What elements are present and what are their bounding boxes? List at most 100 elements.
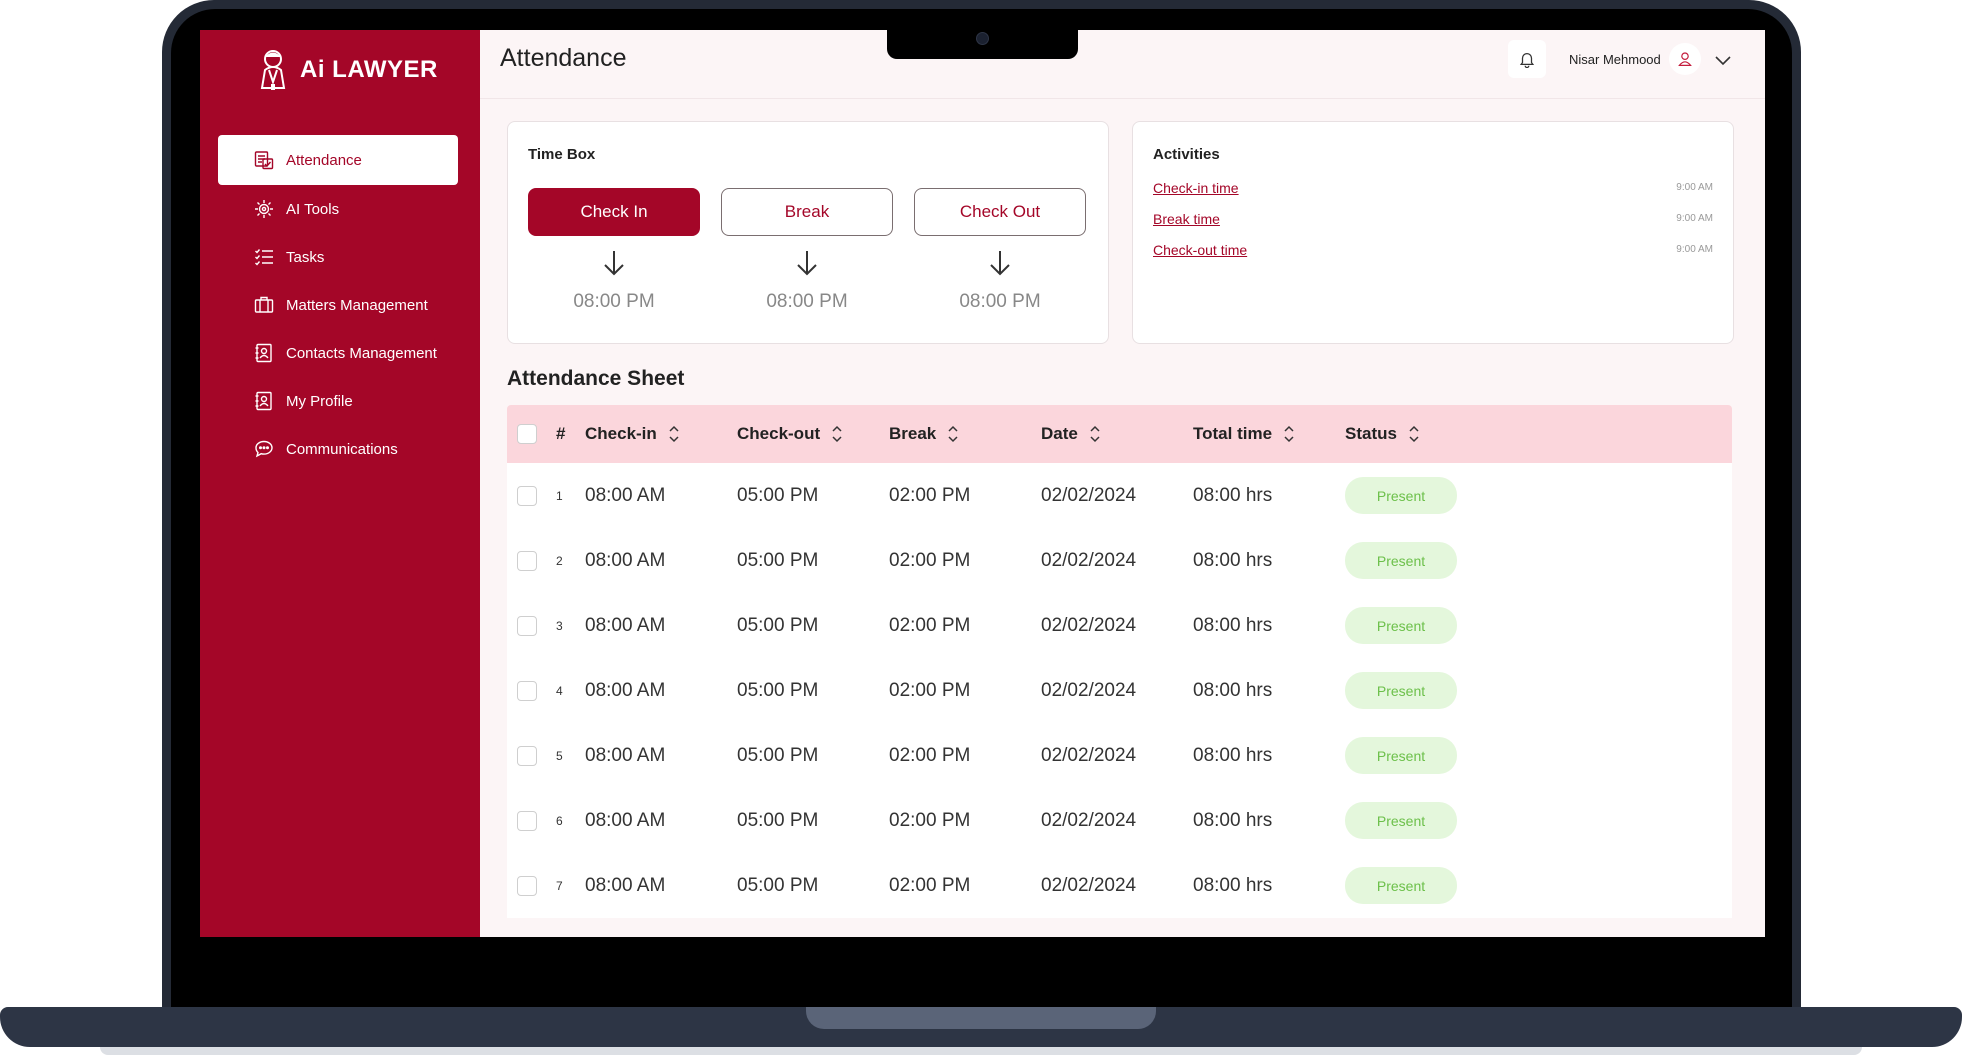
column-header-check-out[interactable]: Check-out bbox=[737, 405, 844, 463]
main-area: Attendance Nisar Mehmood Time Box Check … bbox=[480, 30, 1765, 937]
cell-date: 02/02/2024 bbox=[1041, 874, 1137, 896]
sort-icon[interactable] bbox=[1407, 424, 1421, 444]
table-row: 6 08:00 AM 05:00 PM 02:00 PM 02/02/2024 … bbox=[507, 788, 1732, 853]
top-bar: Attendance Nisar Mehmood bbox=[480, 30, 1765, 99]
table-row: 3 08:00 AM 05:00 PM 02:00 PM 02/02/2024 … bbox=[507, 593, 1732, 658]
row-number: 5 bbox=[556, 748, 563, 763]
cell-total-time: 08:00 hrs bbox=[1193, 549, 1273, 571]
activity-link[interactable]: Check-out time bbox=[1153, 242, 1247, 258]
table-row: 7 08:00 AM 05:00 PM 02:00 PM 02/02/2024 … bbox=[507, 853, 1732, 918]
activity-link[interactable]: Break time bbox=[1153, 211, 1220, 227]
cell-break: 02:00 PM bbox=[889, 484, 971, 506]
sidebar-item-communications[interactable]: Communications bbox=[218, 425, 458, 473]
row-checkbox[interactable] bbox=[517, 680, 537, 701]
sort-icon[interactable] bbox=[946, 424, 960, 444]
column-label: Check-out bbox=[737, 424, 821, 443]
row-number: 2 bbox=[556, 553, 563, 568]
sort-icon[interactable] bbox=[1088, 424, 1102, 444]
sidebar-item-my-profile[interactable]: My Profile bbox=[218, 377, 458, 425]
column-header-date[interactable]: Date bbox=[1041, 405, 1102, 463]
column-label: Date bbox=[1041, 424, 1078, 443]
row-checkbox[interactable] bbox=[517, 875, 537, 896]
activity-link[interactable]: Check-in time bbox=[1153, 180, 1239, 196]
check-out-time: 08:00 PM bbox=[959, 291, 1041, 312]
sidebar-item-label: Tasks bbox=[286, 248, 325, 266]
contact-card-icon bbox=[254, 343, 274, 363]
sort-icon[interactable] bbox=[830, 424, 844, 444]
arrow-down-icon bbox=[604, 251, 624, 276]
table-body: 1 08:00 AM 05:00 PM 02:00 PM 02/02/2024 … bbox=[507, 463, 1732, 918]
arrow-down-icon bbox=[797, 251, 817, 276]
activity-time: 9:00 AM bbox=[1676, 182, 1713, 193]
cell-check-in: 08:00 AM bbox=[585, 679, 666, 701]
brand-logo[interactable]: Ai LAWYER bbox=[256, 48, 438, 92]
cell-date: 02/02/2024 bbox=[1041, 484, 1137, 506]
activity-row: Check-out time 9:00 AM bbox=[1153, 242, 1713, 262]
row-number: 7 bbox=[556, 878, 563, 893]
cell-total-time: 08:00 hrs bbox=[1193, 744, 1273, 766]
activity-row: Check-in time 9:00 AM bbox=[1153, 180, 1713, 200]
page-title: Attendance bbox=[500, 44, 627, 72]
bell-icon bbox=[1519, 52, 1535, 68]
cell-break: 02:00 PM bbox=[889, 874, 971, 896]
cell-check-out: 05:00 PM bbox=[737, 874, 819, 896]
break-button[interactable]: Break bbox=[721, 188, 893, 236]
briefcase-icon bbox=[254, 295, 274, 315]
column-label: Total time bbox=[1193, 424, 1273, 443]
row-checkbox[interactable] bbox=[517, 745, 537, 766]
select-all-checkbox[interactable] bbox=[517, 424, 537, 444]
activities-title: Activities bbox=[1153, 146, 1220, 163]
content-area: Time Box Check In 08:00 PM Break 08:00 P… bbox=[480, 99, 1765, 937]
cell-date: 02/02/2024 bbox=[1041, 614, 1137, 636]
break-column: Break 08:00 PM bbox=[721, 188, 893, 313]
table-row: 1 08:00 AM 05:00 PM 02:00 PM 02/02/2024 … bbox=[507, 463, 1732, 528]
cell-check-in: 08:00 AM bbox=[585, 614, 666, 636]
check-in-button[interactable]: Check In bbox=[528, 188, 700, 236]
row-checkbox[interactable] bbox=[517, 810, 537, 831]
sidebar-item-tasks[interactable]: Tasks bbox=[218, 233, 458, 281]
sidebar-item-attendance[interactable]: Attendance bbox=[218, 135, 458, 185]
cell-check-out: 05:00 PM bbox=[737, 484, 819, 506]
column-header-check-in[interactable]: Check-in bbox=[585, 405, 681, 463]
check-out-button[interactable]: Check Out bbox=[914, 188, 1086, 236]
sidebar-item-label: Attendance bbox=[286, 151, 362, 169]
status-badge: Present bbox=[1345, 542, 1457, 579]
chat-bubble-icon bbox=[254, 439, 274, 459]
cell-break: 02:00 PM bbox=[889, 549, 971, 571]
activity-time: 9:00 AM bbox=[1676, 244, 1713, 255]
status-badge: Present bbox=[1345, 477, 1457, 514]
sidebar-item-label: Matters Management bbox=[286, 296, 428, 314]
row-checkbox[interactable] bbox=[517, 485, 537, 506]
time-box-title: Time Box bbox=[528, 146, 596, 163]
sort-icon[interactable] bbox=[667, 424, 681, 444]
time-box-card: Time Box Check In 08:00 PM Break 08:00 P… bbox=[507, 121, 1109, 344]
ai-chip-icon bbox=[254, 199, 274, 219]
column-header-status[interactable]: Status bbox=[1345, 405, 1421, 463]
status-badge: Present bbox=[1345, 607, 1457, 644]
column-header-break[interactable]: Break bbox=[889, 405, 960, 463]
chevron-down-icon[interactable] bbox=[1713, 50, 1733, 70]
row-checkbox[interactable] bbox=[517, 615, 537, 636]
column-label: Status bbox=[1345, 424, 1397, 443]
column-header-total-time[interactable]: Total time bbox=[1193, 405, 1296, 463]
camera-notch bbox=[887, 29, 1078, 59]
row-checkbox[interactable] bbox=[517, 550, 537, 571]
profile-card-icon bbox=[254, 391, 274, 411]
check-out-column: Check Out 08:00 PM bbox=[914, 188, 1086, 313]
sidebar-item-contacts-management[interactable]: Contacts Management bbox=[218, 329, 458, 377]
avatar[interactable] bbox=[1669, 43, 1701, 75]
notification-button[interactable] bbox=[1508, 40, 1546, 78]
camera-icon bbox=[976, 32, 989, 45]
table-row: 4 08:00 AM 05:00 PM 02:00 PM 02/02/2024 … bbox=[507, 658, 1732, 723]
column-label: Check-in bbox=[585, 424, 657, 443]
sort-icon[interactable] bbox=[1282, 424, 1296, 444]
column-header-number: # bbox=[556, 424, 566, 443]
cell-check-out: 05:00 PM bbox=[737, 549, 819, 571]
sidebar-item-matters-management[interactable]: Matters Management bbox=[218, 281, 458, 329]
sidebar: Ai LAWYER Attendance AI Tools Tasks Matt… bbox=[200, 30, 480, 937]
attendance-icon bbox=[254, 150, 274, 170]
status-badge: Present bbox=[1345, 672, 1457, 709]
cell-date: 02/02/2024 bbox=[1041, 809, 1137, 831]
cell-date: 02/02/2024 bbox=[1041, 679, 1137, 701]
sidebar-item-ai-tools[interactable]: AI Tools bbox=[218, 185, 458, 233]
